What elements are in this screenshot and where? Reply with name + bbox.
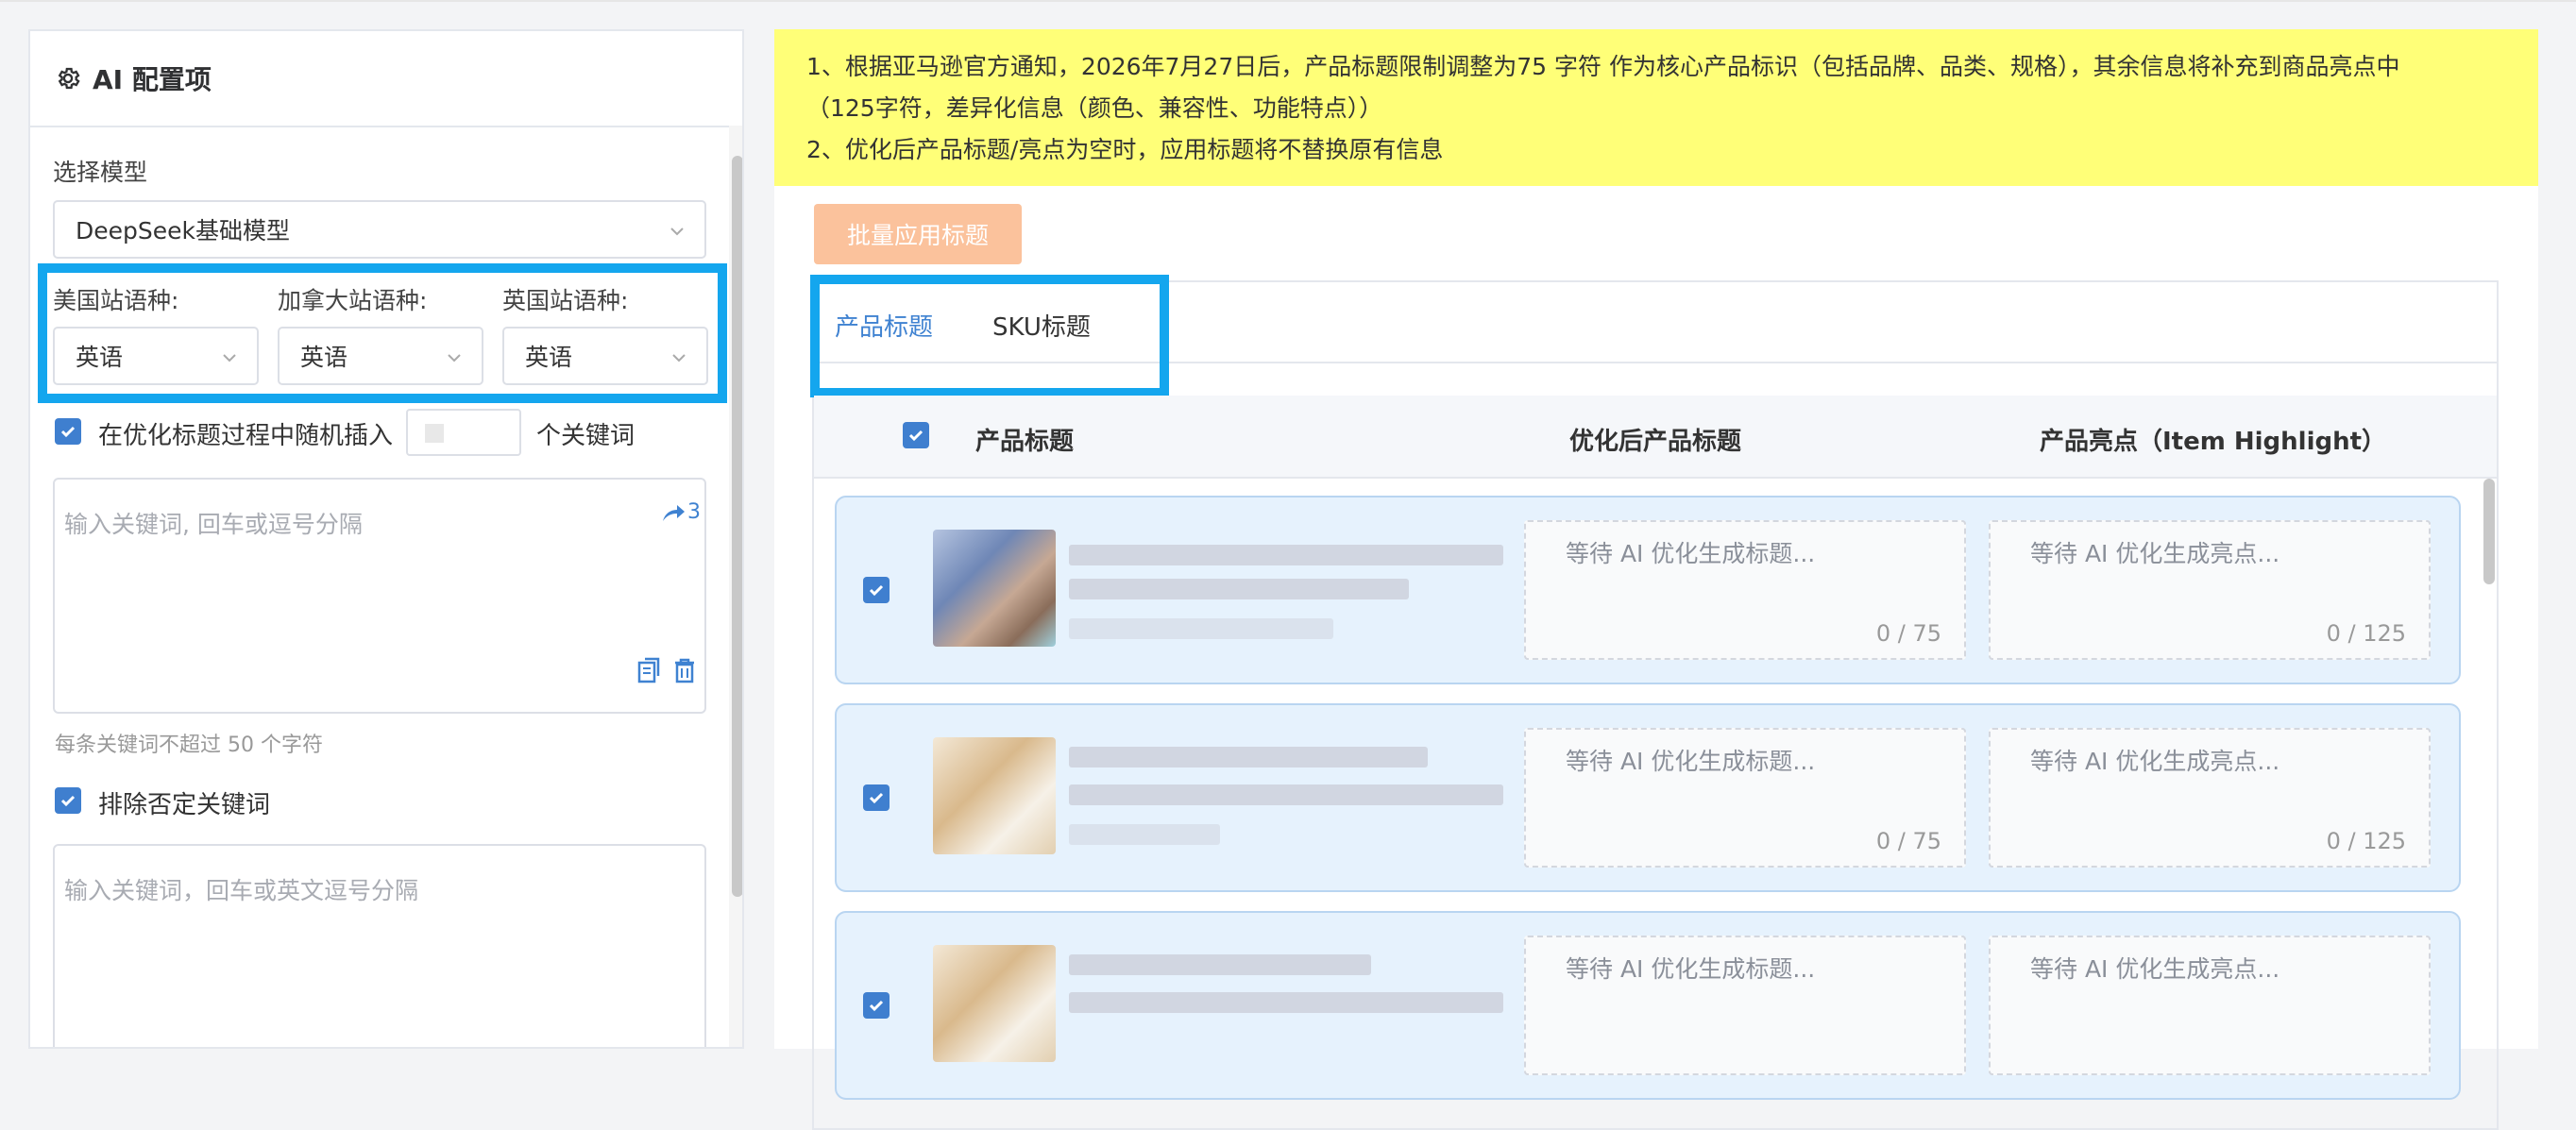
keyword-count-input[interactable] bbox=[406, 409, 521, 456]
blurred-title-line bbox=[1069, 579, 1409, 599]
notice-line-1: 1、根据亚马逊官方通知，2026年7月27日后，产品标题限制调整为75 字符 作… bbox=[806, 53, 2400, 80]
copy-icon[interactable] bbox=[637, 657, 662, 683]
optimized-title-box[interactable]: 等待 AI 优化生成标题... 0 / 75 bbox=[1524, 728, 1966, 868]
row-checkbox[interactable] bbox=[863, 577, 890, 603]
select-all-checkbox[interactable] bbox=[903, 422, 929, 448]
blurred-title-line bbox=[1069, 824, 1220, 845]
batch-apply-title-button[interactable]: 批量应用标题 bbox=[814, 204, 1022, 264]
blurred-title-line bbox=[1069, 618, 1333, 639]
keywords-textarea[interactable]: 输入关键词, 回车或逗号分隔 3 bbox=[53, 478, 706, 714]
product-thumbnail bbox=[933, 530, 1056, 647]
highlight-placeholder: 等待 AI 优化生成亮点... bbox=[2030, 540, 2280, 567]
title-char-count: 0 / 75 bbox=[1875, 620, 1941, 647]
model-select[interactable]: DeepSeek基础模型 bbox=[53, 200, 706, 259]
title-char-count: 0 / 75 bbox=[1875, 828, 1941, 854]
highlight-box[interactable]: 等待 AI 优化生成亮点... bbox=[1989, 936, 2431, 1075]
notice-line-2: （125字符，差异化信息（颜色、兼容性、功能特点）） bbox=[806, 94, 1383, 122]
keywords-badge: 3 bbox=[687, 500, 701, 524]
language-highlight-box bbox=[38, 263, 727, 403]
notice-banner: 1、根据亚马逊官方通知，2026年7月27日后，产品标题限制调整为75 字符 作… bbox=[774, 29, 2538, 186]
share-keywords-button[interactable]: 3 bbox=[661, 500, 701, 524]
check-icon bbox=[869, 584, 884, 597]
highlight-char-count: 0 / 125 bbox=[2326, 828, 2406, 854]
negative-keywords-placeholder: 输入关键词，回车或英文逗号分隔 bbox=[64, 877, 419, 904]
table-row[interactable]: 等待 AI 优化生成标题... 0 / 75 等待 AI 优化生成亮点... 0… bbox=[835, 496, 2461, 684]
panel-header: AI 配置项 bbox=[30, 31, 742, 127]
header-item-highlight: 产品亮点（Item Highlight） bbox=[2040, 428, 2387, 456]
negative-keywords-textarea[interactable]: 输入关键词，回车或英文逗号分隔 bbox=[53, 844, 706, 1047]
exclude-negative-checkbox[interactable] bbox=[55, 787, 81, 814]
blurred-title-line bbox=[1069, 954, 1371, 975]
blurred-title-line bbox=[1069, 784, 1503, 805]
row-checkbox[interactable] bbox=[863, 992, 890, 1019]
product-thumbnail bbox=[933, 737, 1056, 854]
check-icon bbox=[60, 795, 76, 807]
check-icon bbox=[869, 792, 884, 804]
optimized-title-placeholder: 等待 AI 优化生成标题... bbox=[1566, 748, 1816, 775]
header-optimized-title: 优化后产品标题 bbox=[1569, 428, 1742, 456]
highlight-placeholder: 等待 AI 优化生成亮点... bbox=[2030, 748, 2280, 775]
check-icon bbox=[60, 426, 76, 438]
keyword-hint: 每条关键词不超过 50 个字符 bbox=[55, 734, 323, 757]
panel-scrollbar-thumb[interactable] bbox=[732, 156, 742, 897]
blurred-title-line bbox=[1069, 747, 1428, 767]
highlight-box[interactable]: 等待 AI 优化生成亮点... 0 / 125 bbox=[1989, 728, 2431, 868]
notice-line-3: 2、优化后产品标题/亮点为空时，应用标题将不替换原有信息 bbox=[806, 136, 1444, 163]
chevron-down-icon bbox=[670, 228, 684, 236]
model-label: 选择模型 bbox=[53, 159, 148, 186]
check-icon bbox=[869, 1000, 884, 1012]
exclude-negative-label: 排除否定关键词 bbox=[98, 791, 271, 819]
optimized-title-box[interactable]: 等待 AI 优化生成标题... 0 / 75 bbox=[1524, 520, 1966, 660]
row-checkbox[interactable] bbox=[863, 784, 890, 811]
panel-title: AI 配置项 bbox=[93, 64, 212, 95]
highlight-placeholder: 等待 AI 优化生成亮点... bbox=[2030, 955, 2280, 983]
table-scrollbar-thumb[interactable] bbox=[2483, 479, 2495, 584]
blurred-title-line bbox=[1069, 992, 1503, 1013]
table-row[interactable]: 等待 AI 优化生成标题... 0 / 75 等待 AI 优化生成亮点... 0… bbox=[835, 703, 2461, 892]
header-product-title: 产品标题 bbox=[975, 428, 1075, 456]
model-select-value: DeepSeek基础模型 bbox=[76, 217, 290, 245]
random-insert-suffix: 个关键词 bbox=[536, 422, 636, 450]
keywords-placeholder: 输入关键词, 回车或逗号分隔 bbox=[64, 511, 363, 538]
highlight-char-count: 0 / 125 bbox=[2326, 620, 2406, 647]
product-thumbnail bbox=[933, 945, 1056, 1062]
tabs-highlight-box bbox=[810, 275, 1169, 397]
trash-icon[interactable] bbox=[673, 657, 696, 683]
random-insert-label: 在优化标题过程中随机插入 bbox=[98, 422, 394, 450]
highlight-box[interactable]: 等待 AI 优化生成亮点... 0 / 125 bbox=[1989, 520, 2431, 660]
share-arrow-icon bbox=[663, 504, 685, 521]
blurred-title-line bbox=[1069, 545, 1503, 565]
table-row[interactable]: 等待 AI 优化生成标题... 等待 AI 优化生成亮点... bbox=[835, 911, 2461, 1100]
main-content: 1、根据亚马逊官方通知，2026年7月27日后，产品标题限制调整为75 字符 作… bbox=[774, 29, 2538, 1130]
top-divider bbox=[0, 0, 2576, 2]
optimized-title-placeholder: 等待 AI 优化生成标题... bbox=[1566, 540, 1816, 567]
ai-config-panel: AI 配置项 选择模型 DeepSeek基础模型 美国站语种: 加拿大站语种: … bbox=[28, 29, 744, 1049]
optimized-title-placeholder: 等待 AI 优化生成标题... bbox=[1566, 955, 1816, 983]
gear-icon bbox=[58, 67, 80, 90]
optimized-title-box[interactable]: 等待 AI 优化生成标题... bbox=[1524, 936, 1966, 1075]
table-header: 产品标题 优化后产品标题 产品亮点（Item Highlight） bbox=[814, 396, 2497, 479]
check-icon bbox=[908, 430, 924, 442]
random-insert-checkbox[interactable] bbox=[55, 418, 81, 445]
